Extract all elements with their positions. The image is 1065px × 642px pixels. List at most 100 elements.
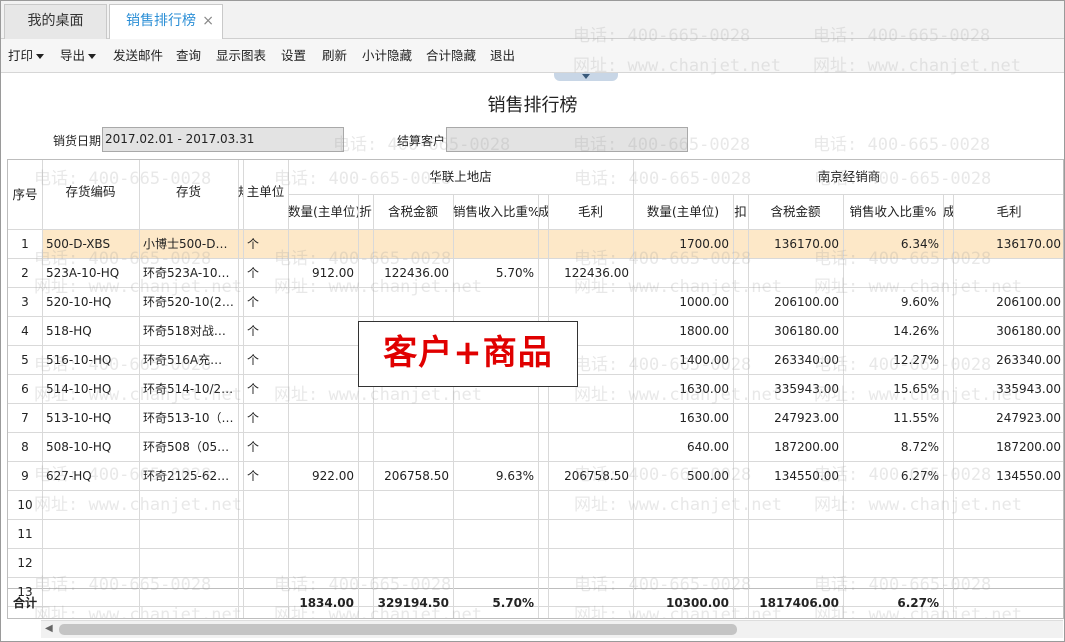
cell-gross-profit [548,404,633,433]
tab-sales-ranking-label: 销售排行榜 [126,13,196,29]
total-revenue-ratio: 5.70% [492,596,534,610]
cell-seq: 3 [21,295,29,309]
cell-qty: 1630.00 [679,382,729,396]
tab-home[interactable]: 我的桌面 [4,4,107,39]
cell-gross-profit: 136170.00 [996,237,1061,251]
cell-unit: 个 [247,469,260,483]
column-header-revenue-ratio[interactable]: 销售收入比重% [453,194,538,229]
cell-unit: 个 [247,266,260,280]
column-header-tax-amount[interactable]: 含税金额 [373,194,453,229]
exit-button[interactable]: 退出 [490,39,515,73]
show-chart-button[interactable]: 显示图表 [216,39,266,73]
cell-tax-amount [373,549,453,578]
cell-gross-profit [548,230,633,259]
cell-tax-amount: 206758.50 [384,469,449,483]
cell-tax-amount [748,491,843,520]
close-icon[interactable]: × [202,5,214,38]
cell-qty [288,491,358,520]
cell-seq: 4 [21,324,29,338]
report-table: 序号存货编码存货规主单位华联上地店南京经销商数量(主单位)折含税金额销售收入比重… [7,159,1064,619]
cell-unit: 个 [247,411,260,425]
cell-gross-profit: 206758.50 [564,469,629,483]
total-tax-amount: 329194.50 [377,596,449,610]
cell-code: 518-HQ [46,324,92,338]
cell-revenue-ratio: 5.70% [495,266,534,280]
cell-item: 环奇513-10（… [143,411,234,425]
cell-qty [633,549,733,578]
cell-gross-profit: 306180.00 [996,324,1061,338]
cell-qty [288,404,358,433]
cell-unit: 个 [247,295,260,309]
query-button[interactable]: 查询 [176,39,201,73]
cell-qty: 1800.00 [679,324,729,338]
cell-gross-profit: 335943.00 [996,382,1061,396]
total-label: 合计 [12,596,37,610]
cell-qty: 500.00 [687,469,729,483]
cell-revenue-ratio: 15.65% [893,382,939,396]
cell-revenue-ratio [453,230,538,259]
settings-button[interactable]: 设置 [281,39,306,73]
collapse-handle[interactable] [554,73,618,81]
cell-item [139,549,238,578]
total-revenue-ratio: 6.27% [897,596,939,610]
hide-total-button[interactable]: 合计隐藏 [426,39,476,73]
cell-tax-amount [373,491,453,520]
column-header-discount[interactable]: 扣 [733,194,748,229]
cell-item: 环奇516A充… [143,353,223,367]
arrow-left-icon[interactable]: ◀ [45,623,53,634]
column-header-revenue-ratio[interactable]: 销售收入比重% [843,194,943,229]
hide-subtotal-button[interactable]: 小计隐藏 [362,39,412,73]
horizontal-scrollbar[interactable]: ◀ [41,620,1063,638]
cell-qty [633,491,733,520]
cell-item: 环奇520-10(2… [143,295,234,309]
column-header-discount[interactable]: 折 [358,194,373,229]
cell-gross-profit [953,520,1063,549]
cell-qty: 1630.00 [679,411,729,425]
store-header-nanjing[interactable]: 南京经销商 [633,160,1063,194]
cell-tax-amount: 335943.00 [774,382,839,396]
column-header-gross-profit[interactable]: 毛利 [548,194,633,229]
send-mail-button[interactable]: 发送邮件 [113,39,163,73]
cell-item [139,520,238,549]
cell-qty [288,346,358,375]
cell-seq: 11 [17,527,33,541]
cell-qty: 640.00 [687,440,729,454]
store-header-hualian[interactable]: 华联上地店 [288,160,633,194]
cell-seq: 7 [21,411,29,425]
date-range-field[interactable]: 2017.02.01 - 2017.03.31 [102,127,344,152]
tab-bar: 我的桌面 销售排行榜 × [1,1,1064,40]
column-header-item[interactable]: 存货 [139,172,238,212]
cell-tax-amount: 122436.00 [384,266,449,280]
cell-revenue-ratio [453,288,538,317]
cell-tax-amount [373,520,453,549]
print-button[interactable]: 打印 [8,39,45,73]
cell-seq: 1 [21,237,29,251]
cell-gross-profit [953,578,1063,607]
column-header-cost[interactable]: 成 [943,194,953,229]
tab-sales-ranking[interactable]: 销售排行榜 × [109,4,223,40]
cell-tax-amount [373,230,453,259]
column-header-qty[interactable]: 数量(主单位) [633,194,733,229]
column-header-seq[interactable]: 序号 [8,160,42,229]
refresh-button[interactable]: 刷新 [322,39,347,73]
column-header-code[interactable]: 存货编码 [42,172,139,212]
cell-seq: 9 [21,469,29,483]
cell-qty [288,375,358,404]
column-header-qty[interactable]: 数量(主单位) [288,194,358,229]
export-button[interactable]: 导出 [60,39,97,73]
cell-unit [243,549,288,578]
cell-gross-profit [953,549,1063,578]
column-header-unit[interactable]: 主单位 [243,172,288,212]
scrollbar-thumb[interactable] [59,624,737,635]
customer-field[interactable] [446,127,688,152]
cell-gross-profit: 134550.00 [996,469,1061,483]
column-header-cost[interactable]: 成 [538,194,548,229]
cell-code: 513-10-HQ [46,411,112,425]
cell-gross-profit [548,578,633,607]
column-header-gross-profit[interactable]: 毛利 [953,194,1063,229]
date-label: 销货日期 [53,134,102,148]
column-header-tax-amount[interactable]: 含税金额 [748,194,843,229]
cell-tax-amount [373,288,453,317]
cell-qty [633,520,733,549]
cell-revenue-ratio [843,491,943,520]
